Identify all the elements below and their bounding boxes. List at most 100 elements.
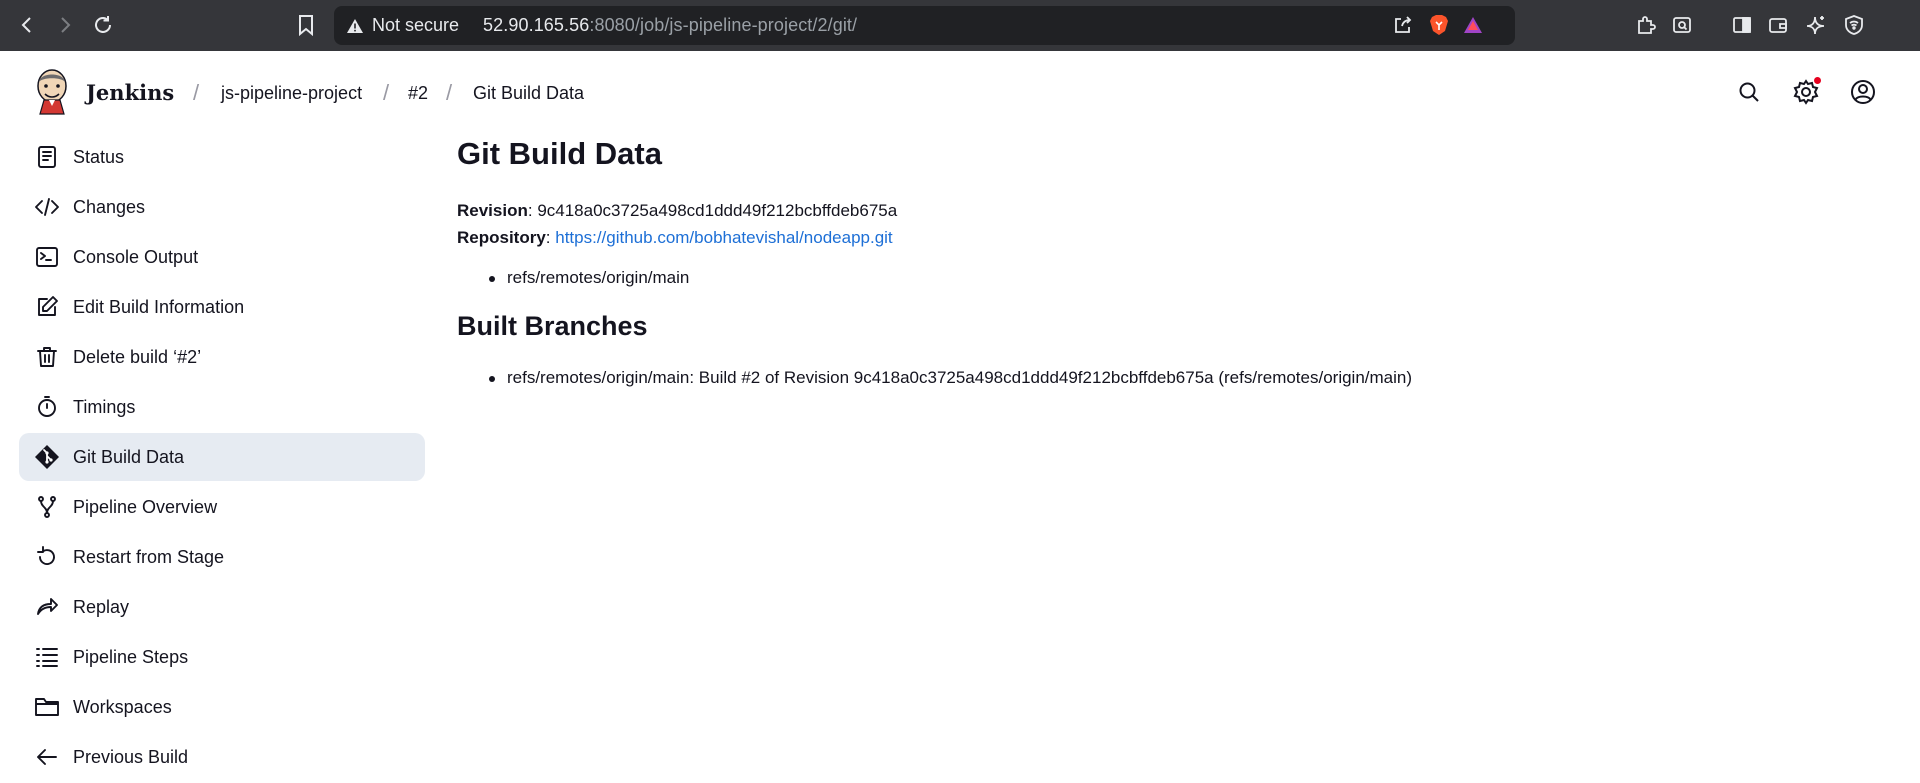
url-text[interactable]: 52.90.165.56:8080/job/js-pipeline-projec… [483,15,857,36]
jenkins-logo[interactable] [32,68,72,116]
bookmark-icon [299,15,313,36]
breadcrumb-current[interactable]: Git Build Data [473,83,584,104]
sidebar-item-label: Previous Build [73,746,189,767]
brave-lion-icon [1430,15,1448,35]
sidebar-item-label: Workspaces [73,696,172,717]
revision-colon: : [527,201,538,220]
share-button[interactable] [1390,12,1416,38]
sidebar-item-status[interactable]: Status [19,133,425,181]
git-icon [33,443,61,471]
sidebar-item-label: Status [73,146,125,167]
list-item: refs/remotes/origin/main: Build #2 of Re… [457,368,1877,388]
shield-wifi-icon [1845,15,1863,35]
wallet-icon [1769,18,1787,33]
vpn-button[interactable] [1841,12,1867,38]
sidebar-item-label: Git Build Data [73,446,185,467]
forward-button[interactable] [50,10,80,40]
reload-icon [95,16,111,33]
search-button[interactable] [1735,78,1763,106]
revision-value: 9c418a0c3725a498cd1ddd49f212bcbffdeb675a [537,201,898,220]
puzzle-icon [1638,16,1656,34]
replay-icon [33,593,61,621]
sidebar-item-changes[interactable]: Changes [19,183,425,231]
sidebar-item-label: Restart from Stage [73,546,225,567]
sidebar-item-label: Delete build ‘#2’ [73,346,202,367]
built-branches-heading: Built Branches [457,311,648,341]
search-page-icon [1673,17,1691,33]
url-host: 52.90.165.56 [483,15,590,35]
sidebar-item-pipeline-overview[interactable]: Pipeline Overview [19,483,425,531]
repository-label: Repository [457,228,546,247]
wallet-button[interactable] [1765,12,1791,38]
manage-jenkins-button[interactable] [1792,77,1821,106]
breadcrumb-job[interactable]: js-pipeline-project [221,83,362,104]
sidebar-item-previous-build[interactable]: Previous Build [19,733,425,781]
bookmark-button[interactable] [291,10,321,40]
sidebar-item-replay[interactable]: Replay [19,583,425,631]
sidebar-item-label: Pipeline Overview [73,496,218,517]
sidebar-item-console-output[interactable]: Console Output [19,233,425,281]
sidebar-item-delete-build[interactable]: Delete build ‘#2’ [19,333,425,381]
sidebar-item-label: Console Output [73,246,199,267]
built-branches-list: refs/remotes/origin/main: Build #2 of Re… [457,368,1877,388]
code-icon [33,193,61,221]
brave-rewards-button[interactable] [1460,12,1486,38]
page-title: Git Build Data [457,136,662,171]
sidebar-item-restart-from-stage[interactable]: Restart from Stage [19,533,425,581]
repository-colon: : [545,228,556,247]
leo-ai-button[interactable] [1803,12,1829,38]
jenkins-brand[interactable]: Jenkins [86,80,174,105]
address-bar[interactable]: Not secure 52.90.165.56:8080/job/js-pipe… [334,6,1515,45]
breadcrumb-separator: / [193,80,200,105]
extensions-button[interactable] [1633,12,1659,38]
revision-label: Revision [457,201,528,220]
sidebar-item-git-build-data[interactable]: Git Build Data [19,433,425,481]
warning-icon [347,18,363,33]
chevron-right-icon [61,17,71,33]
sidebar-toggle-button[interactable] [1729,12,1755,38]
chevron-left-icon [21,17,31,33]
repository-link[interactable]: https://github.com/bobhatevishal/nodeapp… [555,228,892,247]
sidebar-item-label: Replay [73,596,130,617]
rewards-triangle-icon [1464,17,1482,33]
sparkle-icon [1806,16,1825,35]
user-circle-icon [1851,80,1875,104]
sidebar-item-label: Timings [73,396,136,417]
repository-row: Repository: https://github.com/bobhatevi… [457,224,1877,251]
revision-row: Revision: 9c418a0c3725a498cd1ddd49f212bc… [457,197,1877,224]
sidebar-item-label: Edit Build Information [73,296,245,317]
sidebar-item-workspaces[interactable]: Workspaces [19,683,425,731]
back-button[interactable] [12,10,42,40]
user-button[interactable] [1849,78,1877,106]
steps-icon [33,643,61,671]
restart-icon [33,543,61,571]
jenkins-butler-icon [37,69,67,115]
breadcrumb-separator: / [446,80,453,105]
folder-icon [33,693,61,721]
share-icon [1395,16,1412,33]
not-secure-indicator[interactable]: Not secure [346,15,459,36]
sidebar-item-timings[interactable]: Timings [19,383,425,431]
find-in-page-button[interactable] [1669,12,1695,38]
list-item: refs/remotes/origin/main [457,268,1877,288]
url-path: :8080/job/js-pipeline-project/2/git/ [589,15,858,35]
timer-icon [33,393,61,421]
not-secure-label: Not secure [372,15,460,35]
jenkins-header: Jenkins / js-pipeline-project / #2 / Git… [0,51,1920,133]
sidebar-item-pipeline-steps[interactable]: Pipeline Steps [19,633,425,681]
reload-button[interactable] [88,10,118,40]
branch-icon [33,493,61,521]
breadcrumb-build[interactable]: #2 [408,83,428,104]
terminal-icon [33,243,61,271]
sidebar: Status Changes Console Output Edit Build… [19,133,425,783]
brave-shields-button[interactable] [1426,12,1452,38]
search-icon [1739,82,1759,102]
trash-icon [33,343,61,371]
breadcrumb-separator: / [383,80,390,105]
arrow-left-icon [33,743,61,771]
edit-icon [33,293,61,321]
sidebar-icon [1733,17,1751,33]
notification-dot [1814,77,1821,84]
sidebar-item-edit-build-information[interactable]: Edit Build Information [19,283,425,331]
sidebar-item-label: Pipeline Steps [73,646,189,667]
